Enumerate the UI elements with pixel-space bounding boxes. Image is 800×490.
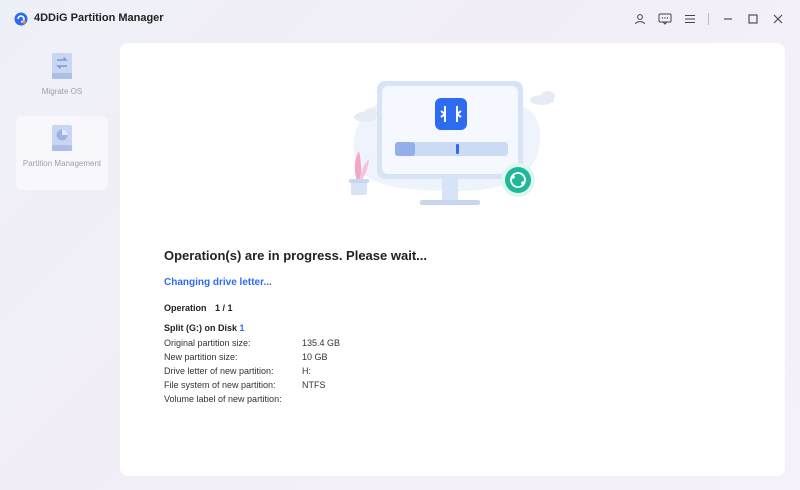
detail-value: 135.4 GB bbox=[302, 338, 341, 348]
minimize-icon bbox=[724, 18, 732, 20]
titlebar-divider bbox=[708, 13, 709, 25]
feedback-icon bbox=[658, 13, 672, 25]
sidebar-item-partition-management[interactable]: Partition Management bbox=[16, 116, 108, 190]
operation-counter: Operation 1 / 1 bbox=[164, 303, 233, 313]
detail-value: NTFS bbox=[302, 380, 326, 390]
operation-count: 1 / 1 bbox=[215, 303, 233, 313]
detail-label: New partition size: bbox=[164, 352, 238, 362]
close-button[interactable] bbox=[766, 10, 790, 28]
migrate-os-icon bbox=[52, 53, 72, 79]
detail-value: H: bbox=[302, 366, 311, 376]
monitor-illustration bbox=[349, 81, 555, 205]
account-button[interactable] bbox=[628, 10, 652, 28]
sidebar-item-label: Partition Management bbox=[22, 159, 102, 168]
sidebar-item-migrate-os[interactable]: Migrate OS bbox=[16, 48, 108, 110]
detail-value: 10 GB bbox=[302, 352, 328, 362]
split-operation-title: Split (G:) on Disk 1 bbox=[164, 323, 245, 333]
disk-number: 1 bbox=[239, 323, 245, 333]
maximize-button[interactable] bbox=[741, 10, 765, 28]
menu-icon bbox=[685, 14, 695, 24]
detail-row: New partition size: 10 GB bbox=[164, 350, 340, 364]
detail-label: Original partition size: bbox=[164, 338, 251, 348]
title-bar: 4DDiG Partition Manager bbox=[0, 0, 800, 38]
feedback-button[interactable] bbox=[653, 10, 677, 28]
status-title: Operation(s) are in progress. Please wai… bbox=[164, 248, 427, 263]
sidebar: Migrate OS Partition Management bbox=[0, 38, 118, 490]
main-panel: Operation(s) are in progress. Please wai… bbox=[120, 43, 785, 476]
app-logo-icon bbox=[14, 12, 28, 26]
app-title: 4DDiG Partition Manager bbox=[34, 12, 164, 24]
operation-label: Operation bbox=[164, 303, 207, 313]
detail-row: File system of new partition: NTFS bbox=[164, 378, 340, 392]
detail-row: Volume label of new partition: bbox=[164, 392, 340, 406]
user-icon bbox=[635, 14, 645, 25]
close-icon bbox=[773, 14, 783, 24]
minimize-button[interactable] bbox=[716, 10, 740, 28]
menu-button[interactable] bbox=[678, 10, 702, 28]
partition-management-icon bbox=[52, 125, 72, 151]
window-controls bbox=[627, 10, 790, 28]
sidebar-item-label: Migrate OS bbox=[41, 87, 83, 96]
detail-row: Original partition size: 135.4 GB bbox=[164, 336, 340, 350]
detail-row: Drive letter of new partition: H: bbox=[164, 364, 340, 378]
detail-label: File system of new partition: bbox=[164, 380, 276, 390]
detail-label: Volume label of new partition: bbox=[164, 394, 282, 404]
split-prefix: Split (G:) on Disk bbox=[164, 323, 240, 333]
operation-details: Original partition size: 135.4 GB New pa… bbox=[164, 336, 340, 406]
detail-label: Drive letter of new partition: bbox=[164, 366, 274, 376]
maximize-icon bbox=[748, 14, 758, 24]
current-step: Changing drive letter... bbox=[164, 277, 272, 288]
